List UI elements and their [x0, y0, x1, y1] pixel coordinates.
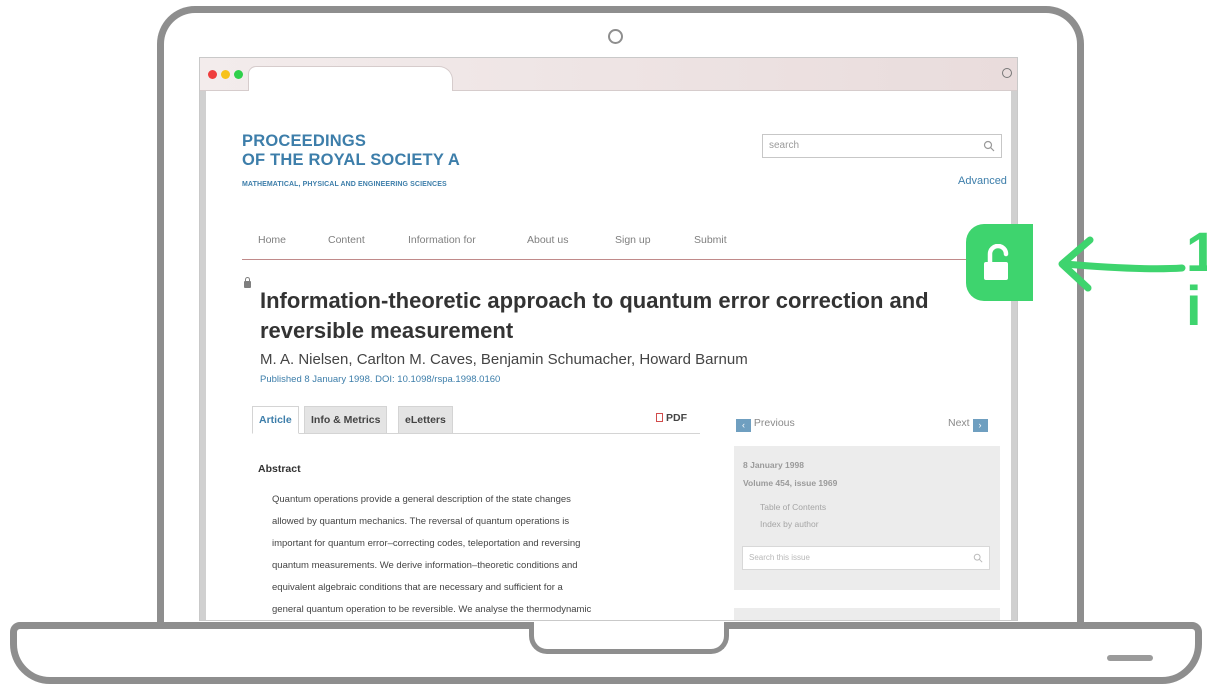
arrow-left-icon	[1058, 236, 1186, 292]
nav-item-about-us[interactable]: About us	[527, 234, 568, 246]
article-authors: M. A. Nielsen, Carlton M. Caves, Benjami…	[260, 351, 748, 368]
search-icon[interactable]	[973, 553, 983, 563]
nav-item-submit[interactable]: Submit	[694, 234, 727, 246]
callout-glyph-bottom: i	[1186, 276, 1202, 336]
journal-title-line1: PROCEEDINGS	[242, 132, 367, 150]
laptop-notch	[529, 622, 729, 654]
pdf-link[interactable]: PDF	[656, 412, 687, 424]
table-of-contents-link[interactable]: Table of Contents	[760, 502, 826, 512]
next-label: Next	[948, 417, 970, 429]
nav-item-content[interactable]: Content	[328, 234, 365, 246]
pdf-icon	[656, 413, 663, 422]
abstract-line: important for quantum error–correcting c…	[272, 538, 581, 549]
open-access-badge	[966, 224, 1033, 301]
tab-info-metrics[interactable]: Info & Metrics	[304, 406, 388, 434]
issue-search-placeholder: Search this issue	[749, 553, 810, 562]
article-title: Information-theoretic approach to quantu…	[260, 288, 929, 343]
pdf-label: PDF	[666, 412, 687, 424]
tab-article[interactable]: Article	[252, 406, 299, 434]
article-tabs: Article Info & Metrics eLetters	[252, 406, 700, 434]
abstract-heading: Abstract	[258, 463, 301, 475]
nav-item-sign-up[interactable]: Sign up	[615, 234, 651, 246]
search-icon[interactable]	[983, 140, 995, 152]
abstract-line: Quantum operations provide a general des…	[272, 494, 571, 505]
maximize-window-button[interactable]	[234, 70, 243, 79]
abstract-line: quantum measurements. We derive informat…	[272, 560, 578, 571]
minimize-window-button[interactable]	[221, 70, 230, 79]
profile-icon[interactable]	[1002, 68, 1012, 78]
nav-item-information-for[interactable]: Information for	[408, 234, 476, 246]
camera-icon	[608, 29, 623, 44]
tab-eletters[interactable]: eLetters	[398, 406, 453, 434]
chevron-left-icon: ‹	[736, 419, 751, 432]
journal-subtitle: MATHEMATICAL, PHYSICAL AND ENGINEERING S…	[242, 181, 447, 188]
journal-title-line2: OF THE ROYAL SOCIETY A	[242, 151, 461, 169]
lock-icon	[244, 277, 251, 288]
close-window-button[interactable]	[208, 70, 217, 79]
issue-search-input[interactable]: Search this issue	[742, 546, 990, 570]
issue-date: 8 January 1998	[743, 460, 804, 470]
callout-glyph-top: 1	[1186, 222, 1207, 282]
issue-volume: Volume 454, issue 1969	[743, 478, 838, 488]
abstract-line: equivalent algebraic conditions that are…	[272, 582, 563, 593]
search-placeholder: search	[769, 140, 800, 151]
search-input[interactable]: search	[762, 134, 1002, 158]
advanced-search-link[interactable]: Advanced	[958, 175, 1007, 187]
chevron-right-icon: ›	[972, 419, 988, 432]
issue-panel: 8 January 1998 Volume 454, issue 1969 Ta…	[734, 446, 1000, 590]
abstract-line: general quantum operation to be reversib…	[272, 604, 592, 615]
sidebar-panel	[734, 608, 1000, 620]
main-nav: Home Content Information for About us Si…	[242, 230, 1017, 260]
browser-chrome	[200, 58, 1017, 92]
next-button[interactable]: Next ›	[948, 417, 988, 432]
browser-tab[interactable]	[248, 66, 453, 92]
nav-item-home[interactable]: Home	[258, 234, 286, 246]
laptop-base	[10, 622, 1202, 684]
previous-label: Previous	[753, 417, 795, 429]
browser-window: PROCEEDINGS OF THE ROYAL SOCIETY A MATHE…	[199, 57, 1018, 621]
laptop-light	[1107, 655, 1153, 661]
abstract-line: allowed by quantum mechanics. The revers…	[272, 516, 570, 527]
journal-title[interactable]: PROCEEDINGS OF THE ROYAL SOCIETY A	[242, 132, 460, 170]
abstract-body: Quantum operations provide a general des…	[272, 489, 672, 620]
unlock-icon	[984, 244, 1009, 280]
index-by-author-link[interactable]: Index by author	[760, 519, 819, 529]
published-info[interactable]: Published 8 January 1998. DOI: 10.1098/r…	[260, 374, 500, 385]
previous-button[interactable]: ‹ Previous	[736, 417, 795, 432]
